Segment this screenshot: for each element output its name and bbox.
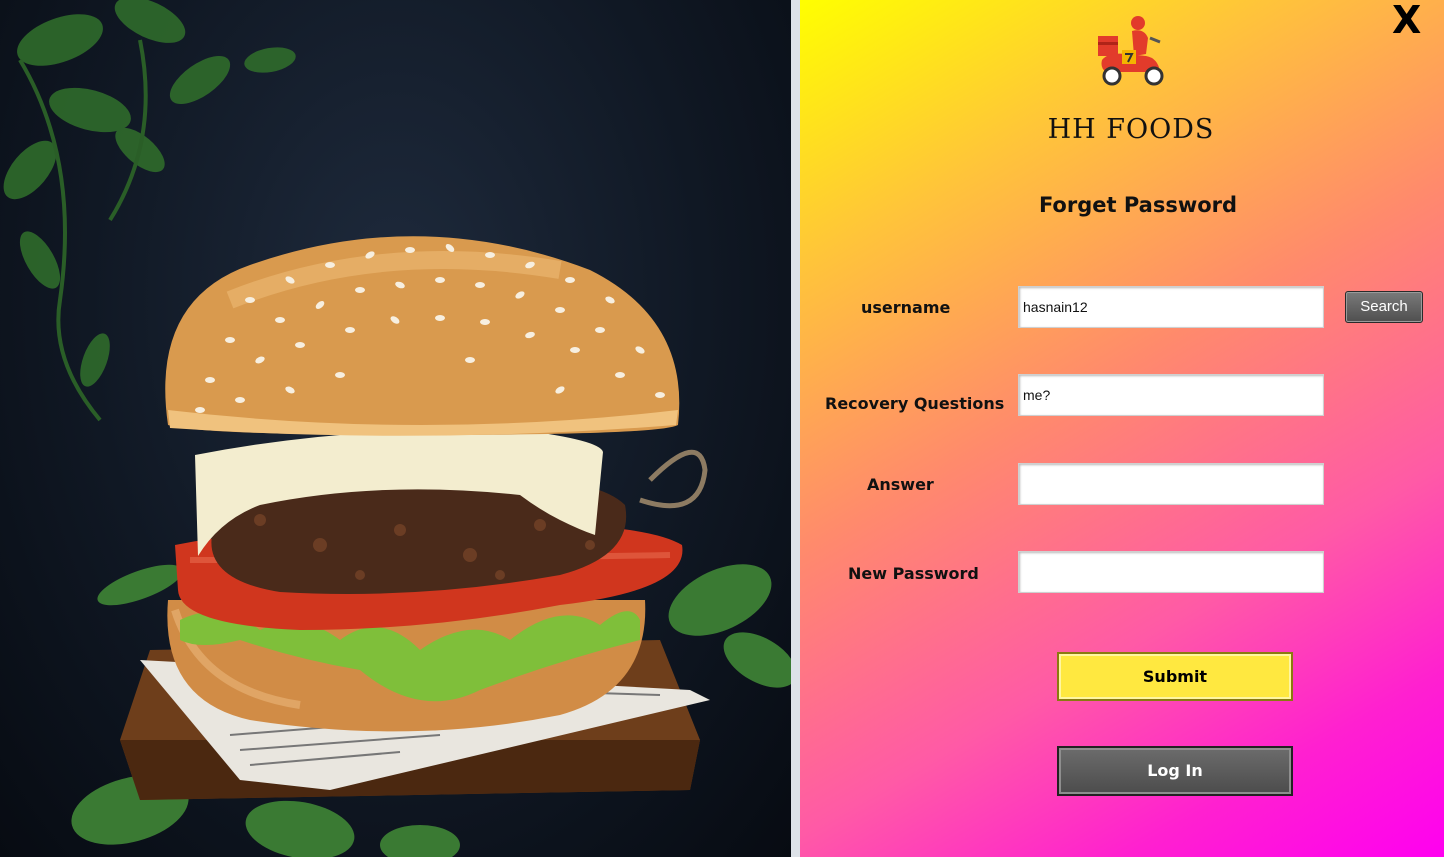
close-button[interactable]: X bbox=[1392, 0, 1421, 42]
burger-photo bbox=[0, 0, 791, 857]
submit-button[interactable]: Submit bbox=[1057, 652, 1293, 701]
panel-divider bbox=[791, 0, 800, 857]
search-button[interactable]: Search bbox=[1345, 291, 1423, 323]
forget-password-panel: X HH FOODS Forget Password username Sear… bbox=[800, 0, 1444, 857]
burger-illustration bbox=[3, 0, 791, 857]
recovery-question-label: Recovery Questions bbox=[825, 394, 1005, 413]
brand-name: HH FOODS bbox=[1047, 114, 1215, 145]
new-password-input[interactable] bbox=[1018, 551, 1324, 593]
answer-input[interactable] bbox=[1018, 463, 1324, 505]
recovery-question-field[interactable] bbox=[1018, 374, 1324, 416]
page-title: Forget Password bbox=[1038, 193, 1238, 217]
answer-label: Answer bbox=[867, 475, 934, 494]
username-input[interactable] bbox=[1018, 286, 1324, 328]
delivery-scooter-icon bbox=[1098, 16, 1164, 86]
username-label: username bbox=[861, 298, 951, 317]
new-password-label: New Password bbox=[848, 564, 979, 583]
login-button[interactable]: Log In bbox=[1057, 746, 1293, 796]
